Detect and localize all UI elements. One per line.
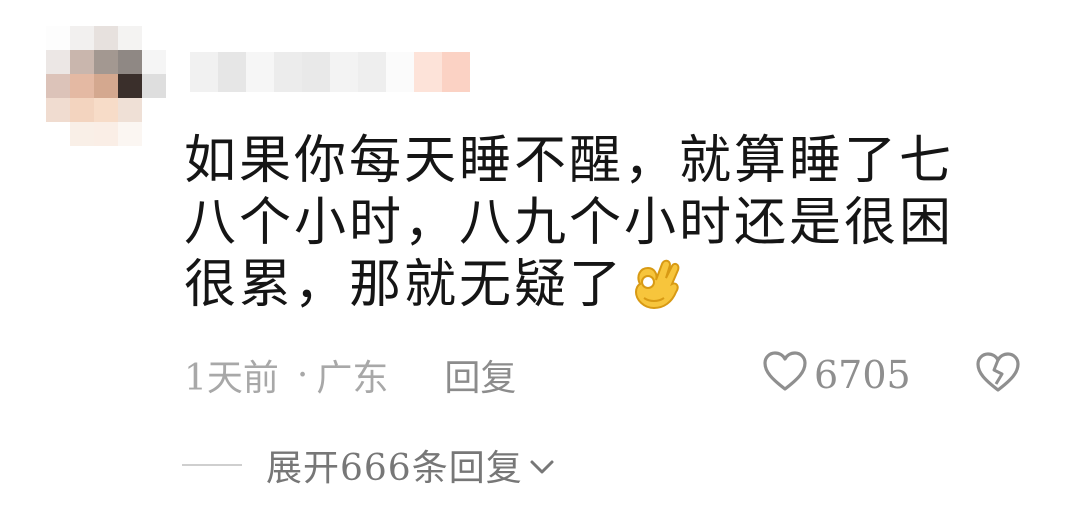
comment-text: 如果你每天睡不醒，就算睡了七八个小时，八九个小时还是很困很累，那就无疑了	[184, 130, 1004, 324]
comment-body: 如果你每天睡不醒，就算睡了七八个小时，八九个小时还是很困很累，那就无疑了	[184, 131, 955, 315]
chevron-down-icon	[523, 445, 555, 486]
ok-hand-icon	[630, 254, 680, 324]
comment-location: 广东	[316, 358, 389, 399]
reply-button[interactable]: 回复	[444, 349, 516, 401]
comment-time: 1天前	[184, 358, 279, 399]
expand-replies-button[interactable]: 展开666条回复	[182, 440, 555, 490]
meta-separator: ·	[296, 354, 309, 396]
like-button[interactable]: 6705	[762, 350, 911, 400]
broken-heart-icon	[974, 352, 1022, 398]
comment-meta: 1天前 · 广东 回复	[184, 350, 516, 400]
expand-replies-label: 展开666条回复	[266, 448, 523, 489]
divider-line	[182, 464, 242, 466]
like-count: 6705	[814, 353, 911, 397]
heart-icon	[762, 350, 814, 401]
username[interactable]	[190, 52, 470, 92]
dislike-button[interactable]	[974, 350, 1022, 398]
avatar[interactable]	[46, 26, 166, 146]
